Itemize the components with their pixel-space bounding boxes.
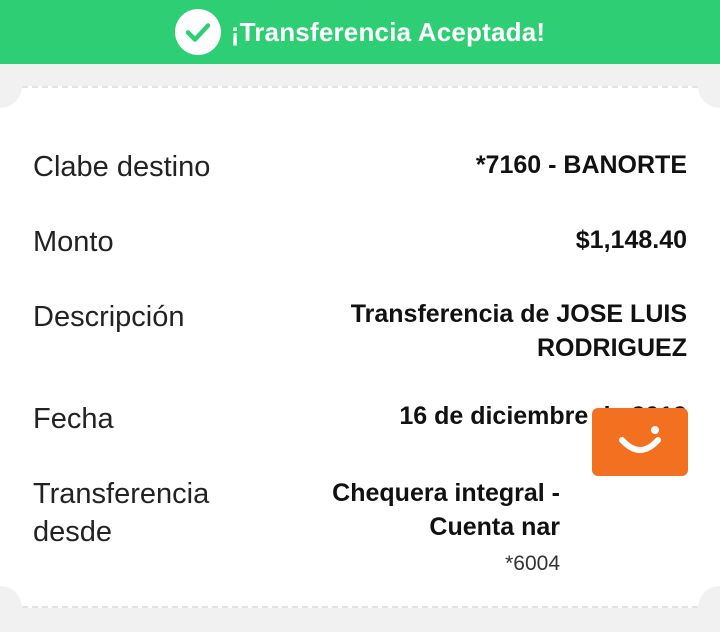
- fecha-label: Fecha: [33, 403, 114, 435]
- ticket-notch: [0, 64, 22, 108]
- ticket-notch: [0, 586, 22, 630]
- bank-smile-icon: [619, 426, 661, 453]
- descripcion-value: Transferencia de JOSE LUIS RODRIGUEZ: [351, 297, 687, 365]
- ticket-notch: [698, 586, 720, 630]
- origen-label-line1: Transferencia: [33, 478, 210, 510]
- check-circle-icon: [174, 9, 221, 55]
- origen-account-line2: Cuenta nar: [429, 513, 560, 541]
- origen-account-line1: Chequera integral -: [332, 479, 560, 507]
- origen-label: Transferencia desde: [33, 475, 209, 551]
- success-title: ¡Transferencia Aceptada!: [230, 16, 546, 47]
- descripcion-value-line2: RODRIGUEZ: [537, 334, 687, 362]
- clabe-label: Clabe destino: [33, 151, 211, 183]
- perforation-bottom: [22, 606, 698, 608]
- receipt-card: Clabe destino *7160 - BANORTE Monto $1,1…: [0, 64, 720, 630]
- ticket-notch: [698, 64, 720, 108]
- smile-logo-icon: [592, 408, 688, 476]
- success-banner: ¡Transferencia Aceptada!: [0, 0, 720, 64]
- checkmark-icon: [185, 23, 210, 42]
- descripcion-label: Descripción: [33, 301, 185, 333]
- monto-value: $1,148.40: [575, 226, 687, 254]
- clabe-value: *7160 - BANORTE: [475, 151, 687, 179]
- success-banner-content: ¡Transferencia Aceptada!: [174, 9, 546, 55]
- descripcion-value-line1: Transferencia de JOSE LUIS: [350, 300, 687, 328]
- origen-account: Chequera integral - Cuenta nar *6004: [332, 476, 560, 578]
- origen-label-line2: desde: [33, 516, 113, 548]
- perforation-top: [22, 86, 698, 88]
- monto-label: Monto: [33, 226, 114, 258]
- origen-account-number: *6004: [505, 552, 560, 575]
